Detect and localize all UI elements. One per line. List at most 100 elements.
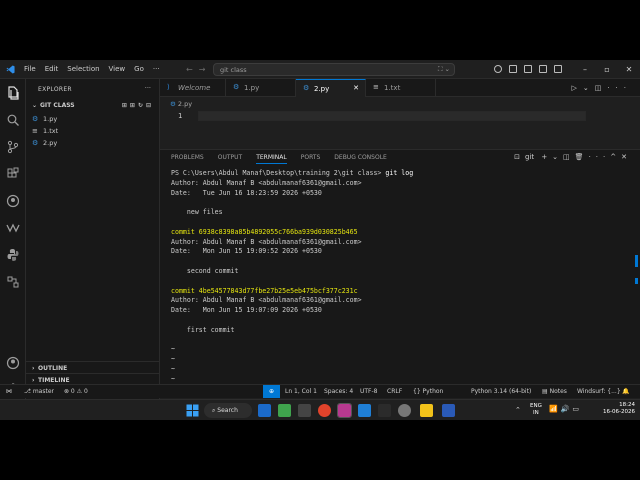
split-terminal-icon[interactable]: ◫ [563, 153, 575, 161]
recorder-app-icon[interactable] [337, 403, 352, 418]
menu-go[interactable]: Go [134, 65, 144, 73]
panel-tabs: PROBLEMS OUTPUT TERMINAL PORTS DEBUG CON… [171, 154, 401, 164]
windows-start-icon[interactable] [186, 404, 199, 417]
command-center-search[interactable]: git class ⛶ ⌄ [213, 63, 455, 76]
more-actions-icon[interactable]: ··· [145, 84, 151, 92]
settings-app-icon[interactable] [398, 404, 411, 417]
explorer-icon[interactable] [6, 85, 20, 100]
terminal-output[interactable]: PS C:\Users\Abdul Manaf\Desktop\training… [171, 169, 413, 394]
windsurf-status[interactable]: Windsurf: {...} [577, 388, 621, 395]
toggle-panel-icon[interactable] [524, 65, 532, 73]
tab-2-py[interactable]: ⚙ 2.py ✕ [296, 79, 366, 97]
vscode-window: File Edit Selection View Go ··· ←→ git c… [0, 60, 640, 420]
timeline-label: TIMELINE [38, 377, 70, 384]
file-item-1-py[interactable]: ⚙ 1.py [32, 113, 158, 125]
tab-1-py[interactable]: ⚙ 1.py [226, 79, 296, 97]
tab-debug-console[interactable]: DEBUG CONSOLE [334, 154, 387, 164]
github-icon[interactable] [6, 193, 20, 208]
kill-terminal-icon[interactable]: 🗑 [575, 153, 589, 161]
app-icon[interactable] [278, 404, 291, 417]
windsurf-icon[interactable] [6, 220, 20, 234]
text-file-icon: ≡ [373, 83, 379, 91]
remote-explorer-icon[interactable] [6, 274, 20, 288]
chrome-icon[interactable] [318, 404, 331, 417]
zoom-icon[interactable]: ⊕ [263, 385, 280, 398]
python-icon[interactable] [6, 247, 20, 261]
language-indicator[interactable]: ENG IN [530, 403, 542, 417]
vscode-logo-icon [6, 65, 15, 74]
line-number: 1 [178, 112, 183, 120]
workspace-folder[interactable]: ⌄ GIT CLASS ⊞⊞↻⊟ [30, 101, 158, 112]
new-terminal-icon[interactable]: +⌄ [541, 153, 563, 161]
more-icon[interactable]: ··· [589, 153, 611, 161]
source-control-icon[interactable] [6, 139, 20, 154]
copilot-icon[interactable]: ⛶ ⌄ [438, 65, 450, 74]
network-volume-battery-icons[interactable]: 📶🔊▭ [549, 405, 582, 413]
remote-indicator-icon[interactable]: ⋈ [0, 385, 18, 398]
terminal-line: Author: Abdul Manaf B <abdulmanaf6361@gm… [171, 178, 362, 187]
python-interpreter[interactable]: Python 3.14 (64-bit) [471, 388, 531, 395]
terminal-app-icon[interactable] [298, 404, 311, 417]
minimize-icon[interactable]: – [574, 60, 596, 79]
taskbar-search[interactable]: ⌕ Search [204, 403, 252, 418]
menu-view[interactable]: View [109, 65, 126, 73]
notes-status[interactable]: ▤ Notes [542, 388, 567, 395]
problems-status[interactable]: ⊗ 0 ⚠ 0 [64, 388, 88, 395]
language-mode[interactable]: {} Python [413, 388, 443, 395]
shell-name[interactable]: git [525, 153, 534, 161]
nav-back-forward-icon[interactable]: ←→ [186, 65, 211, 74]
tray-chevron-icon[interactable]: ⌃ [515, 406, 521, 414]
outline-section[interactable]: › OUTLINE [26, 361, 160, 373]
search-icon[interactable] [6, 112, 20, 126]
tab-output[interactable]: OUTPUT [218, 154, 242, 164]
terminal-line: Date: Tue Jun 16 18:23:59 2026 +0530 [171, 188, 322, 197]
notes-label: Notes [549, 388, 567, 395]
command-center-text: git class [220, 66, 247, 74]
close-panel-icon[interactable]: ✕ [621, 153, 632, 161]
editor-tabs: ⟩ Welcome ⚙ 1.py ⚙ 2.py ✕ ≡ 1.txt ▷⌄◫··· [160, 79, 640, 97]
menu-edit[interactable]: Edit [45, 65, 59, 73]
taskbar-search-label: Search [217, 407, 238, 414]
maximize-panel-icon[interactable]: ^ [610, 153, 621, 161]
extensions-icon[interactable] [6, 166, 20, 180]
terminal-line: commit 6938c8398a85b4892055c766ba939d030… [171, 227, 358, 236]
encoding[interactable]: UTF-8 [360, 388, 378, 395]
restore-icon[interactable]: ▫ [596, 60, 618, 79]
cursor-position[interactable]: Ln 1, Col 1 [285, 388, 317, 395]
clock[interactable]: 18:24 16-06-2026 [603, 402, 635, 416]
editor-actions-icons[interactable]: ▷⌄◫··· [571, 84, 632, 92]
breadcrumb[interactable]: ⚙ 2.py [170, 100, 192, 108]
toggle-secondary-sidebar-icon[interactable] [539, 65, 547, 73]
tab-welcome[interactable]: ⟩ Welcome [160, 79, 226, 97]
branch-status[interactable]: ⎇ master [24, 388, 54, 395]
tab-ports[interactable]: PORTS [301, 154, 321, 164]
close-window-icon[interactable]: ✕ [618, 60, 640, 79]
toggle-sidebar-icon[interactable] [509, 65, 517, 73]
accounts-icon[interactable] [494, 65, 502, 73]
file-explorer-icon[interactable] [420, 404, 433, 417]
menu-more[interactable]: ··· [153, 65, 160, 73]
file-item-2-py[interactable]: ⚙ 2.py [32, 137, 158, 149]
menu-selection[interactable]: Selection [67, 65, 99, 73]
account-icon[interactable] [6, 355, 20, 370]
tab-problems[interactable]: PROBLEMS [171, 154, 204, 164]
current-line-highlight[interactable] [198, 111, 586, 121]
file-item-1-txt[interactable]: ≡ 1.txt [32, 125, 158, 137]
close-tab-icon[interactable]: ✕ [353, 84, 359, 92]
notifications-bell-icon[interactable]: 🔔 [622, 388, 629, 395]
app-icon[interactable] [378, 404, 391, 417]
editor-line[interactable]: 1 [160, 110, 640, 122]
outline-label: OUTLINE [38, 365, 68, 372]
menu-file[interactable]: File [24, 65, 36, 73]
tab-label: Welcome [178, 84, 211, 92]
folder-action-icons[interactable]: ⊞⊞↻⊟ [122, 102, 154, 109]
vscode-taskbar-icon[interactable] [358, 404, 371, 417]
tab-1-txt[interactable]: ≡ 1.txt [366, 79, 436, 97]
tab-terminal[interactable]: TERMINAL [256, 154, 287, 164]
task-view-icon[interactable] [258, 404, 271, 417]
customize-layout-icon[interactable] [554, 65, 562, 73]
end-of-line[interactable]: CRLF [387, 388, 402, 395]
word-icon[interactable] [442, 404, 455, 417]
indentation[interactable]: Spaces: 4 [324, 388, 353, 395]
